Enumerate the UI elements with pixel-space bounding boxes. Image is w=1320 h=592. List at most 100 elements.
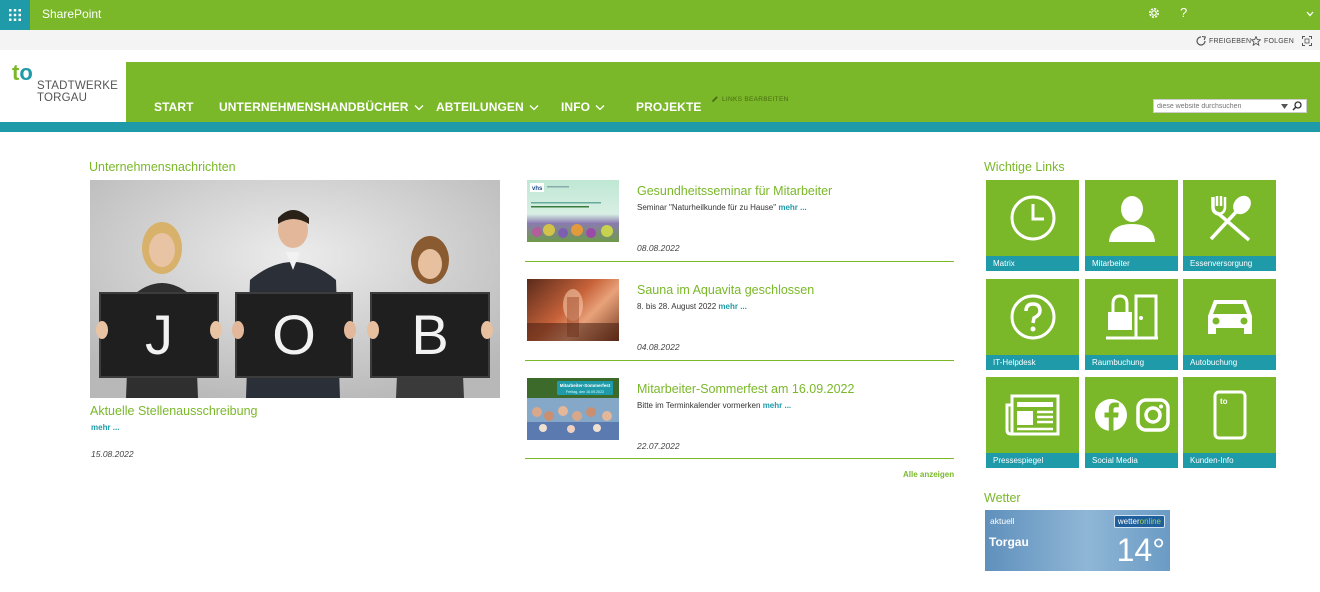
car-icon [1207,300,1252,334]
fork-spoon-icon [1209,195,1251,242]
news-item-date: 08.08.2022 [637,243,680,253]
news-item-description: 8. bis 28. August 2022 mehr ... [637,302,747,311]
featured-news-more-link[interactable]: mehr ... [91,423,119,432]
follow-label: FOLGEN [1264,37,1294,45]
link-tile-it-helpdesk[interactable]: IT-Helpdesk [986,279,1079,370]
news-section-title: Unternehmensnachrichten [89,160,236,174]
edit-links-label: LINKS BEARBEITEN [722,95,789,103]
news-item-more-link[interactable]: mehr ... [763,401,791,410]
link-tile-kunden-info[interactable]: to Kunden-Info [1183,377,1276,468]
link-tile-pressespiegel[interactable]: Pressespiegel [986,377,1079,468]
chevron-down-icon [414,104,424,110]
svg-text:vhs: vhs [532,186,543,192]
news-item-more-link[interactable]: mehr ... [778,203,806,212]
logo-line-1: STADTWERKE [37,80,119,92]
tile-label: Social Media [1085,453,1178,468]
logo-line-2: TORGAU [37,92,88,104]
chevron-down-icon [595,104,605,110]
link-tile-essenversorgung[interactable]: Essenversorgung [1183,180,1276,271]
weather-widget[interactable]: aktuell Torgau 14° wetteronline [985,510,1170,571]
search-button[interactable] [1290,100,1304,112]
card-icon: to [1213,390,1246,440]
weather-temperature: 14° [1116,532,1165,568]
suite-app-title[interactable]: SharePoint [42,7,101,21]
pencil-icon [712,96,718,102]
waffle-icon [9,9,21,21]
svg-text:Mitarbeiter-Sommerfest: Mitarbeiter-Sommerfest [560,383,611,388]
nav-unternehmenshandbuecher[interactable]: UNTERNEHMENSHANDBÜCHER [219,100,424,114]
summer-party-image: Mitarbeiter-Sommerfest Freitag, den 16.0… [527,378,619,440]
tile-label: Matrix [986,256,1079,271]
newspaper-icon [1005,394,1059,436]
chevron-down-icon[interactable] [1306,10,1314,18]
tile-label: IT-Helpdesk [986,355,1079,370]
action-bar [0,30,1320,50]
weather-section-title: Wetter [984,491,1021,505]
links-section-title: Wichtige Links [984,160,1065,174]
caret-down-icon [1280,103,1288,109]
news-item-description: Seminar "Naturheilkunde für zu Hause" me… [637,203,807,212]
weather-brand-logo[interactable]: wetteronline [1113,515,1165,528]
clock-icon [1010,195,1055,241]
app-launcher-button[interactable] [0,0,30,30]
chevron-down-icon [529,104,539,110]
news-item-date: 22.07.2022 [637,441,680,451]
suite-bar: SharePoint ? [0,0,1320,30]
job-photo: J O B [90,180,500,398]
link-tile-social-media[interactable]: Social Media [1085,377,1178,468]
link-tile-autobuchung[interactable]: Autobuchung [1183,279,1276,370]
search-scope-dropdown[interactable] [1278,100,1290,112]
link-tile-mitarbeiter[interactable]: Mitarbeiter [1085,180,1178,271]
nav-info[interactable]: INFO [561,100,605,114]
board-letter-2: O [272,303,316,366]
seminar-flyer-image: vhs [530,183,613,238]
news-item-title[interactable]: Sauna im Aquavita geschlossen [637,283,814,297]
featured-news-date: 15.08.2022 [91,449,134,459]
header-accent-band [0,122,1320,132]
gear-icon[interactable] [1147,6,1161,20]
svg-text:to: to [1220,397,1228,406]
news-thumbnail[interactable]: vhs [527,180,619,242]
news-thumbnail[interactable]: Mitarbeiter-Sommerfest Freitag, den 16.0… [527,378,619,440]
board-letter-1: J [145,303,173,366]
search-input[interactable] [1154,102,1278,110]
help-button[interactable]: ? [1180,5,1187,20]
nav-abteilungen[interactable]: ABTEILUNGEN [436,100,539,114]
news-item-title[interactable]: Mitarbeiter-Sommerfest am 16.09.2022 [637,382,854,396]
featured-news-title[interactable]: Aktuelle Stellenausschreibung [90,404,257,418]
tile-label: Kunden-Info [1183,453,1276,468]
nav-projekte[interactable]: PROJEKTE [636,100,701,114]
share-icon [1196,36,1206,46]
person-icon [1108,196,1155,242]
board-letter-3: B [411,303,448,366]
search-icon [1292,101,1302,111]
link-tile-matrix[interactable]: Matrix [986,180,1079,271]
lock-door-icon [1105,294,1158,340]
news-separator [525,360,954,361]
show-all-news-link[interactable]: Alle anzeigen [903,470,954,479]
tile-label: Essenversorgung [1183,256,1276,271]
sauna-image [527,289,619,341]
svg-text:Freitag, den 16.09.2022: Freitag, den 16.09.2022 [566,390,604,394]
nav-start[interactable]: START [154,100,194,114]
question-icon [1010,294,1055,340]
news-thumbnail[interactable] [527,279,619,341]
link-tile-raumbuchung[interactable]: Raumbuchung [1085,279,1178,370]
share-button[interactable]: FREIGEBEN [1196,36,1251,46]
news-item-more-link[interactable]: mehr ... [718,302,746,311]
tile-label: Raumbuchung [1085,355,1178,370]
share-label: FREIGEBEN [1209,37,1252,45]
news-separator [525,458,954,459]
site-logo[interactable]: to STADTWERKE TORGAU [10,62,126,122]
focus-content-icon [1302,36,1312,46]
news-item-title[interactable]: Gesundheitsseminar für Mitarbeiter [637,184,832,198]
star-icon [1251,36,1261,46]
edit-links-button[interactable]: LINKS BEARBEITEN [711,95,789,103]
site-search-box [1153,99,1307,113]
news-item-date: 04.08.2022 [637,342,680,352]
featured-news-image[interactable]: J O B [90,180,500,398]
focus-button[interactable] [1302,36,1312,46]
tile-label: Autobuchung [1183,355,1276,370]
follow-button[interactable]: FOLGEN [1251,36,1294,46]
facebook-instagram-icon [1094,398,1170,432]
